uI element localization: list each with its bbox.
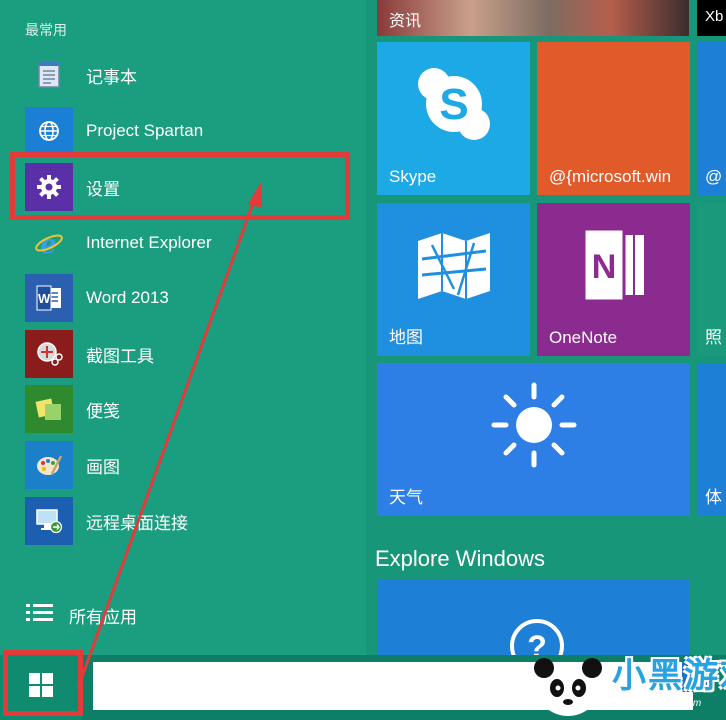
notepad-icon <box>25 51 73 99</box>
search-input[interactable] <box>93 662 693 710</box>
windows-logo-icon <box>27 671 55 704</box>
paint-icon <box>25 441 73 489</box>
onenote-tile-label: OneNote <box>549 328 618 347</box>
help-icon: ? <box>507 616 567 660</box>
gear-icon <box>25 163 73 211</box>
most-used-heading: 最常用 <box>25 22 67 38</box>
edge-tile-label: @ <box>705 167 723 186</box>
app-item-project-spartan[interactable]: Project Spartan <box>25 106 345 156</box>
map-icon <box>377 203 530 326</box>
maps-tile[interactable]: 地图 <box>377 203 530 356</box>
app-label-settings: 设置 <box>86 179 120 199</box>
app-item-remote-desktop[interactable]: 远程桌面连接 <box>25 496 345 546</box>
skype-tile[interactable]: S Skype <box>377 42 530 195</box>
svg-text:N: N <box>591 248 616 286</box>
onenote-icon: N <box>537 203 690 326</box>
explore-windows-heading: Explore Windows <box>375 546 545 571</box>
ie-icon: e <box>25 219 73 267</box>
app-item-paint[interactable]: 画图 <box>25 440 345 490</box>
sports-tile[interactable]: 体 <box>697 363 726 516</box>
app-label-snipping-tool: 截图工具 <box>86 346 154 366</box>
all-apps-button[interactable]: 所有应用 <box>25 600 137 630</box>
svg-text:W: W <box>38 291 51 306</box>
app-label-sticky-notes: 便笺 <box>86 401 120 421</box>
skype-tile-label: Skype <box>389 167 437 186</box>
skype-icon: S <box>377 42 530 165</box>
app-label-word-2013: Word 2013 <box>86 288 169 307</box>
photos-tile-label: 照 <box>705 328 722 347</box>
news-tile-label: 资讯 <box>389 13 422 30</box>
app-item-settings[interactable]: 设置 <box>25 162 345 212</box>
app-label-remote-desktop: 远程桌面连接 <box>86 513 188 533</box>
taskbar-accent <box>682 662 708 692</box>
snipping-tool-icon <box>25 330 73 378</box>
weather-tile[interactable]: 天气 <box>377 363 690 516</box>
globe-icon <box>25 107 73 155</box>
start-button[interactable] <box>0 655 82 720</box>
news-tile[interactable]: 资讯 <box>377 0 689 36</box>
app-item-snipping-tool[interactable]: 截图工具 <box>25 329 345 379</box>
app-label-paint: 画图 <box>86 457 120 477</box>
microsoft-tile[interactable]: @{microsoft.win <box>537 42 690 195</box>
app-item-sticky-notes[interactable]: 便笺 <box>25 384 345 434</box>
app-item-internet-explorer[interactable]: e Internet Explorer <box>25 218 345 268</box>
microsoft-tile-label: @{microsoft.win <box>549 167 672 186</box>
xbox-tile[interactable]: Xb <box>697 0 726 36</box>
sticky-notes-icon <box>25 385 73 433</box>
app-label-internet-explorer: Internet Explorer <box>86 233 212 252</box>
app-item-notepad[interactable]: 记事本 <box>25 50 345 100</box>
app-item-word-2013[interactable]: W Word 2013 <box>25 273 345 323</box>
sports-tile-label: 体 <box>705 488 722 507</box>
explore-windows-tile[interactable]: ? <box>377 580 690 660</box>
app-label-project-spartan: Project Spartan <box>86 121 204 140</box>
start-menu-left-pane: 最常用 记事本 Project Spartan 设置 e Internet Ex… <box>0 0 366 655</box>
remote-desktop-icon <box>25 497 73 545</box>
svg-text:S: S <box>439 80 468 129</box>
photos-tile[interactable]: 照 <box>697 203 726 356</box>
weather-tile-label: 天气 <box>389 488 423 507</box>
sun-icon <box>377 363 690 486</box>
word-icon: W <box>25 274 73 322</box>
svg-text:e: e <box>40 230 57 258</box>
edge-tile[interactable]: @ <box>697 42 726 195</box>
xbox-tile-label: Xb <box>705 8 724 25</box>
all-apps-label: 所有应用 <box>69 607 137 627</box>
list-icon <box>25 602 55 629</box>
app-label-notepad: 记事本 <box>86 67 137 87</box>
maps-tile-label: 地图 <box>389 328 423 347</box>
onenote-tile[interactable]: N OneNote <box>537 203 690 356</box>
